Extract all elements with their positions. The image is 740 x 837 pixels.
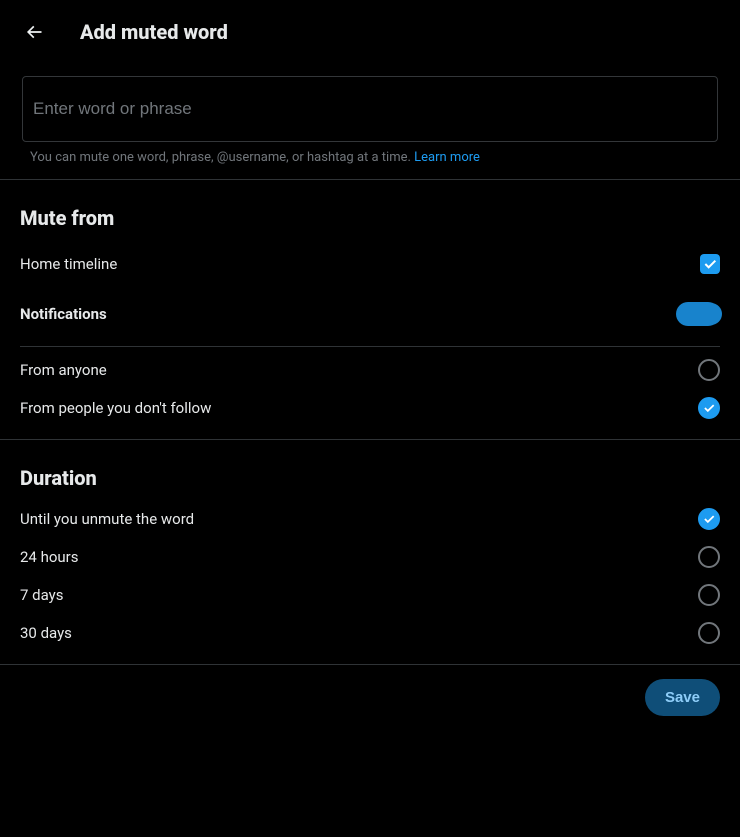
from-not-follow-radio[interactable]	[698, 397, 720, 419]
save-button[interactable]: Save	[645, 679, 720, 716]
home-timeline-checkbox[interactable]	[700, 254, 720, 274]
back-button[interactable]	[16, 14, 52, 50]
duration-title: Duration	[20, 452, 720, 500]
page-title: Add muted word	[80, 20, 228, 44]
duration-7d-row[interactable]: 7 days	[20, 576, 720, 614]
input-section: You can mute one word, phrase, @username…	[0, 64, 740, 179]
checkmark-icon	[702, 512, 716, 526]
arrow-left-icon	[24, 22, 44, 42]
duration-forever-radio[interactable]	[698, 508, 720, 530]
from-anyone-row[interactable]: From anyone	[20, 351, 720, 389]
learn-more-link[interactable]: Learn more	[414, 150, 480, 165]
checkmark-icon	[702, 256, 718, 272]
duration-30d-label: 30 days	[20, 624, 72, 642]
home-timeline-label: Home timeline	[20, 255, 117, 273]
duration-24h-radio[interactable]	[698, 546, 720, 568]
duration-7d-label: 7 days	[20, 586, 64, 604]
duration-24h-row[interactable]: 24 hours	[20, 538, 720, 576]
from-not-follow-label: From people you don't follow	[20, 399, 211, 417]
home-timeline-row[interactable]: Home timeline	[20, 240, 720, 288]
duration-7d-radio[interactable]	[698, 584, 720, 606]
from-anyone-radio[interactable]	[698, 359, 720, 381]
duration-30d-row[interactable]: 30 days	[20, 614, 720, 652]
header: Add muted word	[0, 0, 740, 64]
duration-24h-label: 24 hours	[20, 548, 79, 566]
notifications-label: Notifications	[20, 305, 107, 323]
duration-30d-radio[interactable]	[698, 622, 720, 644]
muted-word-input[interactable]	[22, 76, 718, 142]
from-anyone-label: From anyone	[20, 361, 107, 379]
from-not-follow-row[interactable]: From people you don't follow	[20, 389, 720, 427]
mute-from-title: Mute from	[20, 192, 720, 240]
duration-forever-label: Until you unmute the word	[20, 510, 194, 528]
sub-divider	[20, 346, 720, 347]
notifications-toggle[interactable]	[676, 302, 720, 326]
mute-from-section: Mute from Home timeline Notifications Fr…	[0, 180, 740, 439]
helper-text: You can mute one word, phrase, @username…	[22, 150, 718, 179]
duration-forever-row[interactable]: Until you unmute the word	[20, 500, 720, 538]
footer: Save	[0, 665, 740, 730]
checkmark-icon	[702, 401, 716, 415]
duration-section: Duration Until you unmute the word 24 ho…	[0, 440, 740, 664]
notifications-row[interactable]: Notifications	[20, 288, 720, 340]
helper-text-body: You can mute one word, phrase, @username…	[30, 150, 414, 165]
